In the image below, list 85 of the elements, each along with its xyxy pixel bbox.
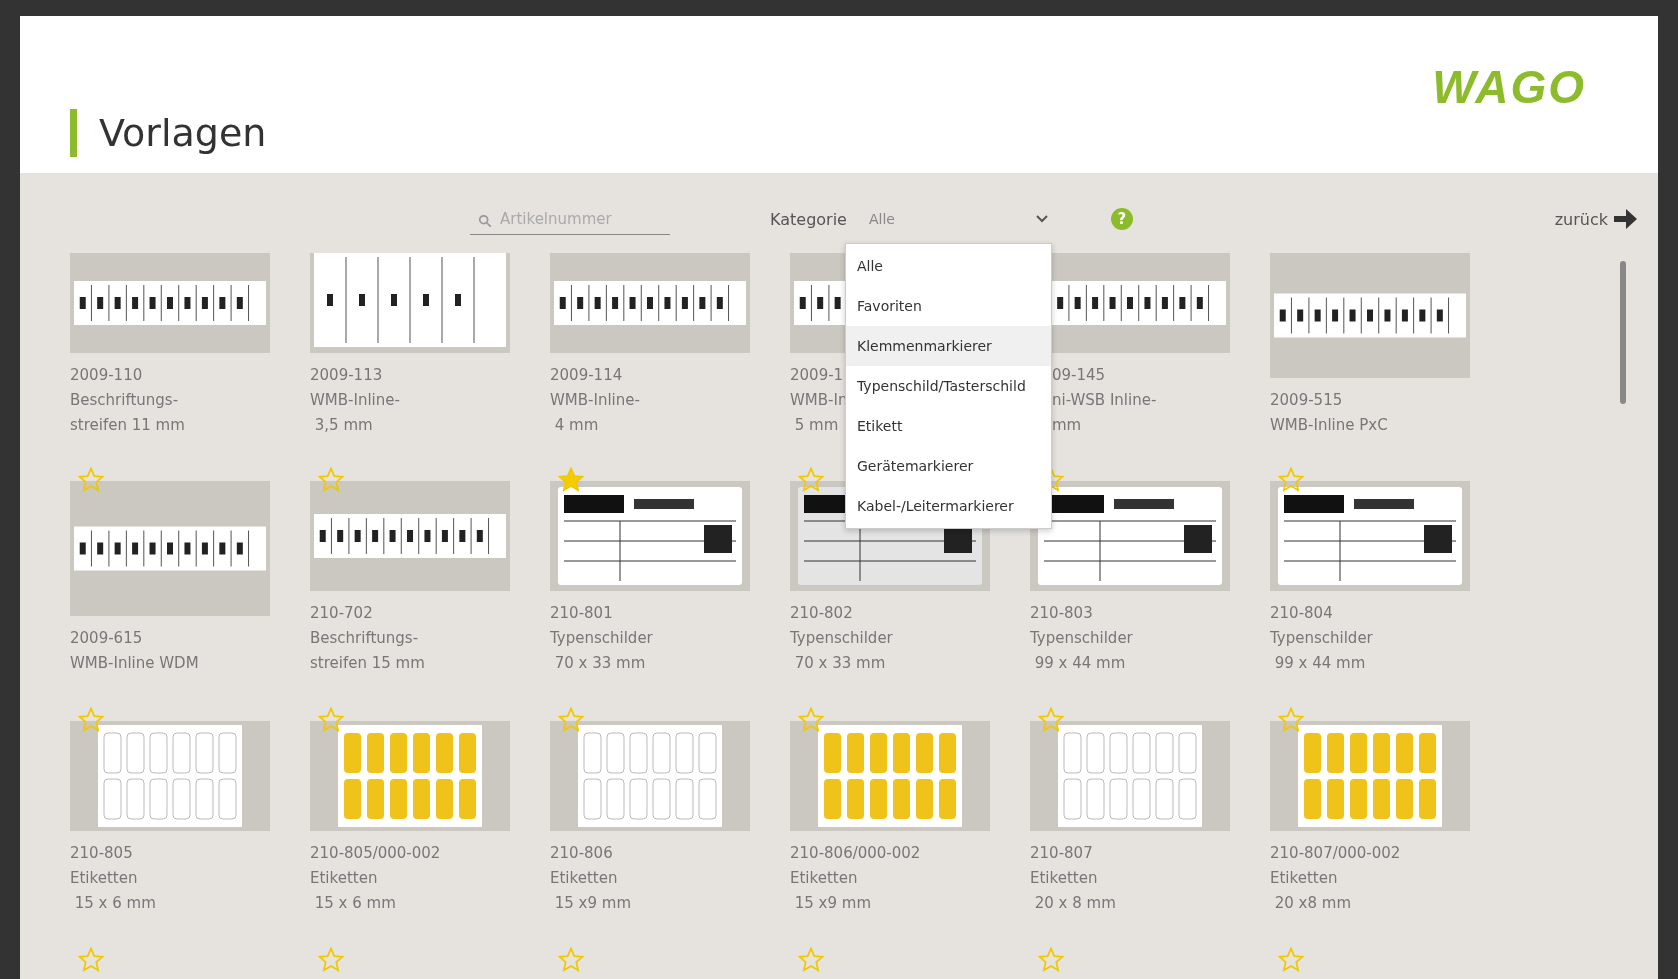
dropdown-option[interactable]: Etikett: [846, 406, 1051, 446]
template-code: 210-807: [1030, 843, 1093, 864]
template-description: 99 x 44 mm: [1273, 653, 1366, 674]
template-description: WMB-Inline-: [310, 390, 400, 411]
star-icon[interactable]: [1278, 947, 1304, 973]
template-description: WMB-Inline-: [550, 390, 640, 411]
template-code: 2009-114: [550, 365, 623, 386]
template-description: ni-WSB Inline-: [1052, 390, 1157, 411]
template-description: Typenschilder: [550, 628, 653, 649]
template-description: Etiketten: [550, 868, 618, 889]
template-code: 210-802: [790, 603, 853, 624]
dropdown-option[interactable]: Alle: [846, 246, 1051, 286]
star-icon[interactable]: [1278, 467, 1304, 493]
template-code: 2009-615: [70, 628, 143, 649]
template-code: 210-805/000-002: [310, 843, 441, 864]
template-description: WMB-Inline WDM: [70, 653, 199, 674]
dropdown-option[interactable]: Favoriten: [846, 286, 1051, 326]
template-code: 210-806/000-002: [790, 843, 921, 864]
star-icon[interactable]: [1038, 707, 1064, 733]
template-description: streifen 11 mm: [70, 415, 185, 436]
template-description: Beschriftungs-: [70, 390, 179, 411]
star-icon[interactable]: [78, 467, 104, 493]
template-description: 15 x 6 mm: [73, 893, 156, 914]
star-icon[interactable]: [558, 707, 584, 733]
category-label: Kategorie: [770, 209, 847, 229]
template-code: 210-702: [310, 603, 373, 624]
dropdown-option[interactable]: Gerätemarkierer: [846, 446, 1051, 486]
template-description: Etiketten: [1270, 868, 1338, 889]
star-icon[interactable]: [798, 707, 824, 733]
template-code: 210-801: [550, 603, 613, 624]
template-code: 2009-1: [790, 365, 844, 386]
search-field[interactable]: Artikelnummer: [470, 203, 670, 235]
template-description: 99 x 44 mm: [1033, 653, 1126, 674]
star-icon[interactable]: [798, 467, 824, 493]
template-description: 15 x 6 mm: [313, 893, 396, 914]
template-description: 4 mm: [553, 415, 599, 436]
template-description: 70 x 33 mm: [553, 653, 646, 674]
dropdown-option[interactable]: Klemmenmarkierer: [846, 326, 1051, 366]
template-description: Typenschilder: [1270, 628, 1373, 649]
star-icon[interactable]: [798, 947, 824, 973]
template-code: 2009-113: [310, 365, 383, 386]
star-icon[interactable]: [78, 947, 104, 973]
template-description: Etiketten: [790, 868, 858, 889]
star-icon[interactable]: [318, 947, 344, 973]
star-icon[interactable]: [1278, 707, 1304, 733]
dropdown-option[interactable]: Typenschild/Tasterschild: [846, 366, 1051, 406]
template-description: 15 x9 mm: [793, 893, 872, 914]
page-title: Vorlagen: [70, 109, 267, 157]
template-code: 09-145: [1052, 365, 1106, 386]
template-code: 210-804: [1270, 603, 1333, 624]
template-code: 2009-515: [1270, 390, 1343, 411]
template-description: 15 x9 mm: [553, 893, 632, 914]
star-icon[interactable]: [78, 707, 104, 733]
template-description: WMB-Inline PxC: [1270, 415, 1388, 436]
back-button[interactable]: zurück: [1554, 206, 1638, 232]
template-description: Beschriftungs-: [310, 628, 419, 649]
template-code: 2009-110: [70, 365, 143, 386]
star-icon[interactable]: [318, 707, 344, 733]
template-description: 20 x8 mm: [1273, 893, 1352, 914]
template-description: 20 x 8 mm: [1033, 893, 1116, 914]
template-description: 5 mm: [793, 415, 839, 436]
star-icon[interactable]: [558, 947, 584, 973]
template-description: Etiketten: [310, 868, 378, 889]
template-description: Typenschilder: [790, 628, 893, 649]
scrollbar[interactable]: [1620, 261, 1626, 404]
logo: WAGO: [1432, 60, 1586, 114]
dropdown-option[interactable]: Kabel-/Leitermarkierer: [846, 486, 1051, 526]
template-description: 3,5 mm: [313, 415, 373, 436]
template-description: mm: [1052, 415, 1082, 436]
template-description: streifen 15 mm: [310, 653, 425, 674]
template-description: Typenschilder: [1030, 628, 1133, 649]
template-code: 210-807/000-002: [1270, 843, 1401, 864]
template-code: 210-805: [70, 843, 133, 864]
star-icon[interactable]: [318, 467, 344, 493]
template-code: 210-806: [550, 843, 613, 864]
chevron-icon: [1035, 215, 1048, 223]
search-icon: [478, 213, 492, 228]
star-icon[interactable]: [1038, 947, 1064, 973]
template-description: Etiketten: [1030, 868, 1098, 889]
template-description: 70 x 33 mm: [793, 653, 886, 674]
star-icon[interactable]: [558, 467, 584, 493]
template-description: Etiketten: [70, 868, 138, 889]
arrow-right-icon: [1612, 206, 1638, 232]
template-description: WMB-In: [790, 390, 848, 411]
template-code: 210-803: [1030, 603, 1093, 624]
